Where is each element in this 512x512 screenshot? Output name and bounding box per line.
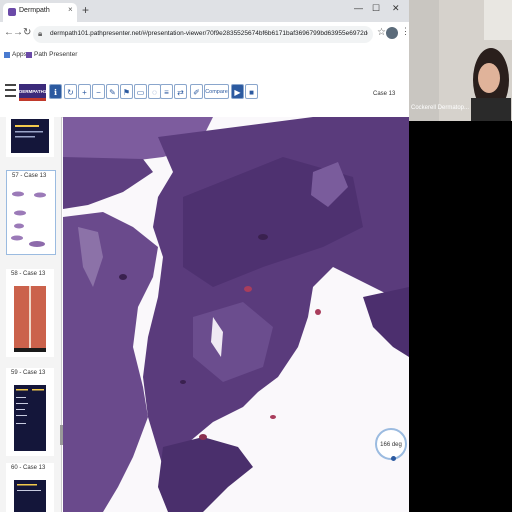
participant-name: Cockerell Dermatop... bbox=[411, 105, 470, 111]
rotation-dial[interactable]: 166 deg bbox=[375, 428, 407, 461]
pen-button[interactable]: ✐ bbox=[190, 84, 203, 99]
forward-arrow-icon[interactable]: → bbox=[13, 27, 23, 38]
bookmarks-bar: Apps Path Presenter bbox=[0, 47, 409, 66]
slide-label: 57 - Case 13 bbox=[12, 173, 47, 179]
measure-button[interactable]: ▭ bbox=[134, 84, 147, 99]
slide-thumbnail-58[interactable]: 58 - Case 13 bbox=[6, 269, 54, 357]
dermpath-logo: DERMPATH101 bbox=[19, 84, 51, 99]
hamburger-menu-icon[interactable] bbox=[5, 84, 16, 97]
slide-thumb-text-image bbox=[14, 480, 46, 512]
slide-thumbnail-59[interactable]: 59 - Case 13 bbox=[6, 368, 54, 456]
profile-avatar[interactable] bbox=[386, 27, 398, 39]
slide-sidebar: 57 - Case 13 58 - Case 13 59 - Case 13 6… bbox=[0, 117, 62, 512]
participant-video bbox=[409, 0, 512, 121]
stop-button[interactable]: ■ bbox=[245, 84, 258, 99]
list-button[interactable]: ≡ bbox=[160, 84, 173, 99]
url-text[interactable]: dermpath101.pathpresenter.net/#/presenta… bbox=[50, 30, 368, 37]
slide-thumbnail-57[interactable]: 57 - Case 13 bbox=[6, 170, 56, 255]
rotation-degree-label: 166 deg bbox=[380, 442, 402, 448]
webcam-image bbox=[409, 0, 512, 121]
bookmark-apps[interactable]: Apps bbox=[12, 51, 27, 58]
tab-title: Dermpath bbox=[19, 7, 50, 14]
slide-thumb-clinical-image bbox=[14, 286, 46, 352]
compare-button[interactable]: Compare bbox=[204, 84, 229, 99]
lock-icon: 🔒︎ bbox=[38, 29, 43, 38]
marker-button[interactable]: ⚑ bbox=[120, 84, 133, 99]
browser-window: Dermpath × + — ☐ ✕ ← → ↻ 🔒︎ dermpath101.… bbox=[0, 0, 409, 512]
info-button[interactable]: ℹ bbox=[49, 84, 62, 99]
close-window-button[interactable]: ✕ bbox=[392, 3, 400, 14]
case-label: Case 13 bbox=[373, 91, 396, 97]
zoom-in-button[interactable]: + bbox=[78, 84, 91, 99]
slide-label: 58 - Case 13 bbox=[11, 271, 46, 277]
annotate-button[interactable]: ✎ bbox=[106, 84, 119, 99]
slide-thumbnail[interactable] bbox=[6, 117, 54, 157]
star-icon[interactable]: ☆ bbox=[377, 27, 386, 38]
slide-thumbnail-60[interactable]: 60 - Case 13 bbox=[6, 463, 54, 512]
address-bar[interactable]: 🔒︎ dermpath101.pathpresenter.net/#/prese… bbox=[33, 26, 373, 43]
nav-bar: ← → ↻ 🔒︎ dermpath101.pathpresenter.net/#… bbox=[0, 22, 409, 47]
reload-icon[interactable]: ↻ bbox=[23, 27, 31, 38]
slide-label: 60 - Case 13 bbox=[11, 465, 46, 471]
path-presenter-icon bbox=[26, 52, 32, 58]
new-tab-button[interactable]: + bbox=[82, 3, 89, 17]
rotate-button[interactable]: ↻ bbox=[64, 84, 77, 99]
bookmark-path-presenter[interactable]: Path Presenter bbox=[34, 51, 77, 58]
minimize-button[interactable]: — bbox=[354, 3, 363, 13]
logo-accent bbox=[19, 98, 46, 101]
slide-thumb-tissue-image bbox=[10, 186, 50, 252]
rotation-handle[interactable] bbox=[391, 456, 396, 461]
tab-bar: Dermpath × + — ☐ ✕ bbox=[0, 0, 409, 22]
slide-viewer-canvas[interactable] bbox=[63, 117, 409, 512]
histology-tissue-image bbox=[63, 117, 409, 512]
present-button[interactable]: ▶ bbox=[231, 84, 244, 99]
maximize-button[interactable]: ☐ bbox=[372, 3, 380, 14]
apps-icon bbox=[4, 52, 10, 58]
menu-kebab-icon[interactable]: ⋮ bbox=[401, 26, 409, 37]
slide-thumb-text-image bbox=[14, 385, 46, 451]
tab-dermpath[interactable]: Dermpath × bbox=[3, 3, 77, 22]
slide-thumb-text-image bbox=[11, 119, 49, 153]
arrows-button[interactable]: ⇄ bbox=[174, 84, 187, 99]
close-tab-icon[interactable]: × bbox=[68, 5, 73, 14]
favicon-icon bbox=[8, 8, 16, 16]
slide-label: 59 - Case 13 bbox=[11, 370, 46, 376]
zoom-out-button[interactable]: − bbox=[92, 84, 105, 99]
